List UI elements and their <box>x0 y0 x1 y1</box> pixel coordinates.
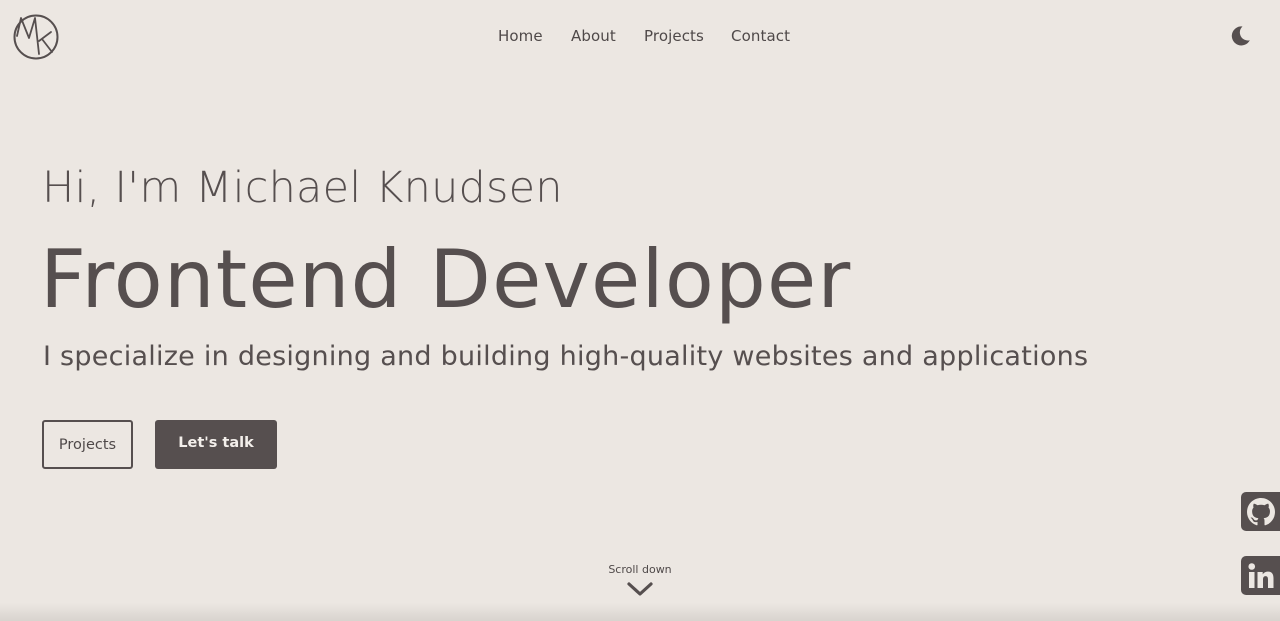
page: Home About Projects Contact Hi, I'm Mich… <box>0 0 1280 621</box>
github-icon <box>1246 497 1275 525</box>
logo-mk-icon[interactable] <box>13 14 59 60</box>
chevron-down-icon <box>627 582 653 596</box>
lets-talk-button-label: Let's talk <box>178 434 254 451</box>
nav-contact-link[interactable]: Contact <box>731 27 790 45</box>
nav-home-link[interactable]: Home <box>498 27 571 45</box>
projects-button-label: Projects <box>58 436 117 453</box>
lets-talk-button[interactable]: Let's talk <box>155 420 277 469</box>
hero-greeting: Hi, I'm Michael Knudsen <box>42 163 563 213</box>
projects-button[interactable]: Projects <box>42 420 133 469</box>
hero-role-title: Frontend Developer <box>40 233 852 326</box>
github-link[interactable] <box>1241 492 1280 531</box>
scroll-down-link[interactable]: Scroll down <box>560 563 720 597</box>
bottom-shadow <box>0 603 1280 621</box>
main-nav: Home About Projects Contact <box>498 27 790 45</box>
nav-projects-link[interactable]: Projects <box>644 27 731 45</box>
linkedin-icon <box>1247 562 1273 588</box>
hero-tagline: I specialize in designing and building h… <box>43 341 1089 372</box>
nav-about-link[interactable]: About <box>571 27 644 45</box>
linkedin-link[interactable] <box>1241 556 1280 595</box>
scroll-down-label: Scroll down <box>608 563 672 576</box>
moon-icon[interactable] <box>1228 24 1252 48</box>
